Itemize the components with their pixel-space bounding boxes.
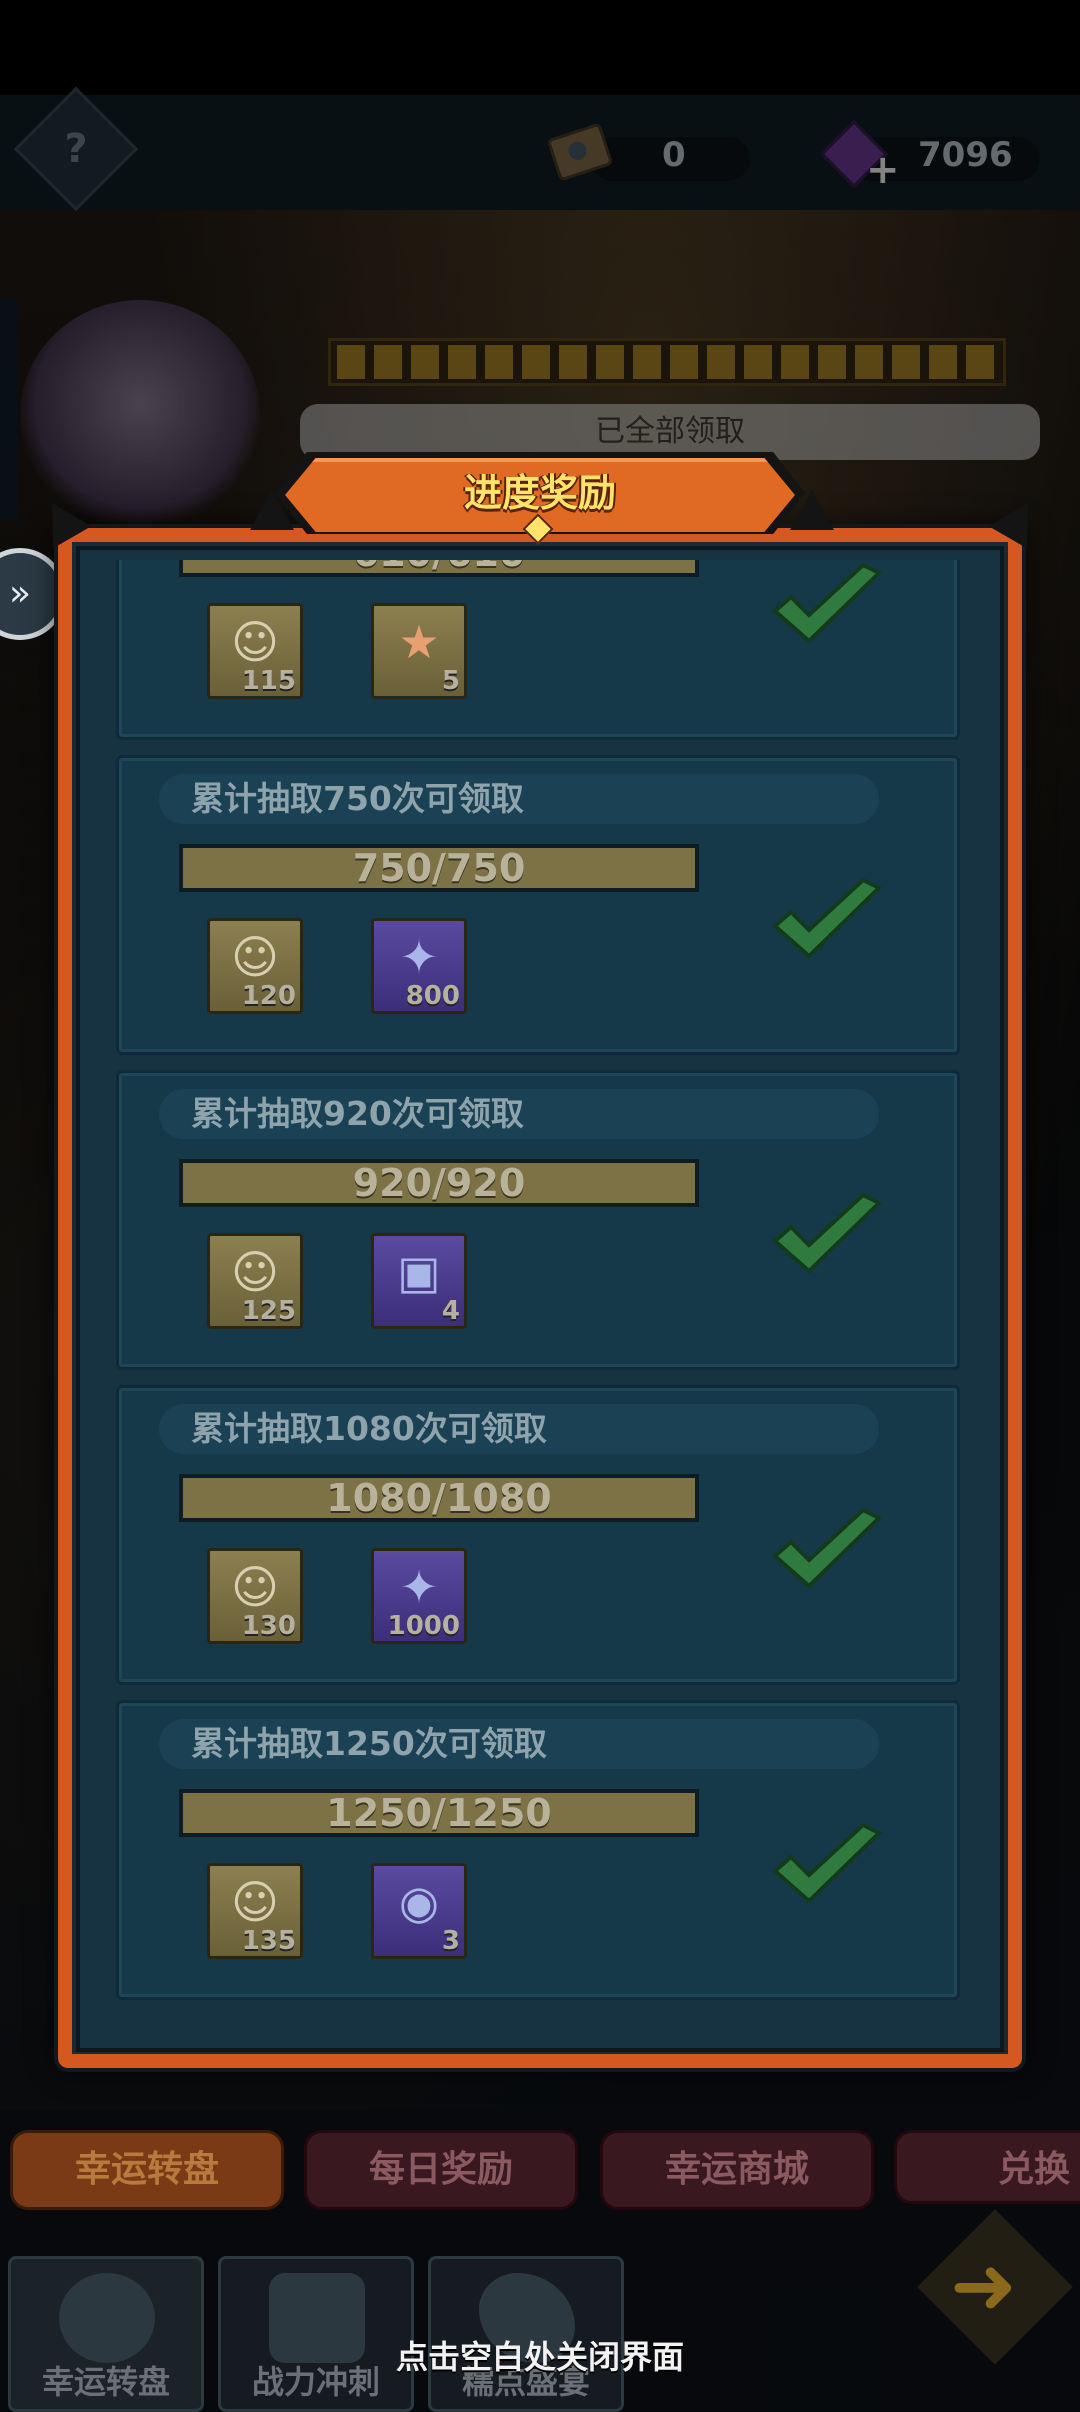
progress-bar: 920/920	[179, 1159, 699, 1207]
character-shard-icon: ☺	[231, 1560, 279, 1614]
progress-text: 750/750	[352, 846, 526, 890]
reward-card: 累计抽取750次可领取 750/750 ☺ 120 ✦ 800	[116, 755, 960, 1055]
arrow-right-icon: ➜	[950, 2239, 1018, 2332]
reward-card: 累计抽取1250次可领取 1250/1250 ☺ 135 ◉ 3	[116, 1700, 960, 2000]
card-title-pill: 累计抽取920次可领取	[159, 1089, 879, 1139]
reward-card: 累计抽取1080次可领取 1080/1080 ☺ 130 ✦ 1000	[116, 1385, 960, 1685]
coin-bag-icon: ◉	[398, 1875, 440, 1929]
progress-bar: 1080/1080	[179, 1474, 699, 1522]
tab-lucky-wheel[interactable]: 幸运转盘	[10, 2130, 284, 2210]
rune-stone-icon: ✦	[399, 930, 439, 984]
reward-list[interactable]: 610/610 ☺115 ★5 累计抽取750次可领取 750/750 ☺120…	[112, 560, 968, 2020]
tab-lucky-shop[interactable]: 幸运商城	[600, 2130, 874, 2210]
reward-count: 120	[241, 981, 296, 1011]
character-shard-icon: ☺	[231, 615, 279, 669]
reward-item[interactable]: ☺ 120	[207, 918, 303, 1014]
progress-text: 1080/1080	[326, 1476, 552, 1520]
close-hint[interactable]: 点击空白处关闭界面	[0, 2332, 1080, 2378]
character-shard-icon: ☺	[231, 1875, 279, 1929]
progress-text: 920/920	[352, 1161, 526, 1205]
reward-count: 125	[241, 1296, 296, 1326]
reward-item[interactable]: ☺ 130	[207, 1548, 303, 1644]
claimed-check-icon	[771, 878, 883, 959]
reward-count: 4	[441, 1296, 460, 1326]
character-shard-icon: ☺	[231, 1245, 279, 1299]
progress-bar: 610/610	[179, 560, 699, 577]
card-title: 累计抽取1080次可领取	[191, 1409, 547, 1448]
reward-count: 1000	[387, 1611, 460, 1641]
character-shard-icon: ☺	[231, 930, 279, 984]
reward-card: 610/610 ☺115 ★5	[116, 560, 960, 740]
reward-item[interactable]: ☺ 115	[207, 603, 303, 699]
claimed-check-icon	[771, 1823, 883, 1904]
tab-exchange[interactable]: 兑换	[894, 2130, 1080, 2204]
reward-count: 130	[241, 1611, 296, 1641]
claimed-check-icon	[771, 1193, 883, 1274]
reward-count: 115	[241, 666, 296, 696]
card-title-pill: 累计抽取1250次可领取	[159, 1719, 879, 1769]
card-pack-icon: ▣	[397, 1245, 441, 1299]
side-expand-button[interactable]: »	[0, 548, 66, 640]
card-title: 累计抽取750次可领取	[191, 779, 524, 818]
reward-card: 累计抽取920次可领取 920/920 ☺ 125 ▣ 4	[116, 1070, 960, 1370]
reward-item[interactable]: ★ 5	[371, 603, 467, 699]
progress-bar: 1250/1250	[179, 1789, 699, 1837]
card-title-pill: 累计抽取1080次可领取	[159, 1404, 879, 1454]
tab-daily-reward[interactable]: 每日奖励	[304, 2130, 578, 2210]
reward-count: 3	[441, 1926, 460, 1956]
star-icon: ★	[398, 615, 440, 669]
progress-bar: 750/750	[179, 844, 699, 892]
reward-item[interactable]: ◉ 3	[371, 1863, 467, 1959]
reward-item[interactable]: ☺ 135	[207, 1863, 303, 1959]
reward-item[interactable]: ✦ 800	[371, 918, 467, 1014]
rune-stone-icon: ✦	[399, 1560, 439, 1614]
progress-text: 610/610	[183, 560, 695, 573]
reward-count: 135	[241, 1926, 296, 1956]
reward-count: 800	[405, 981, 460, 1011]
card-title-pill: 累计抽取750次可领取	[159, 774, 879, 824]
double-chevron-icon: »	[8, 573, 32, 614]
claimed-check-icon	[771, 563, 883, 644]
reward-item[interactable]: ☺ 125	[207, 1233, 303, 1329]
reward-item[interactable]: ✦ 1000	[371, 1548, 467, 1644]
reward-count: 5	[441, 666, 460, 696]
card-title: 累计抽取920次可领取	[191, 1094, 524, 1133]
claimed-check-icon	[771, 1508, 883, 1589]
card-title: 累计抽取1250次可领取	[191, 1724, 547, 1763]
reward-item[interactable]: ▣ 4	[371, 1233, 467, 1329]
progress-text: 1250/1250	[326, 1791, 552, 1835]
